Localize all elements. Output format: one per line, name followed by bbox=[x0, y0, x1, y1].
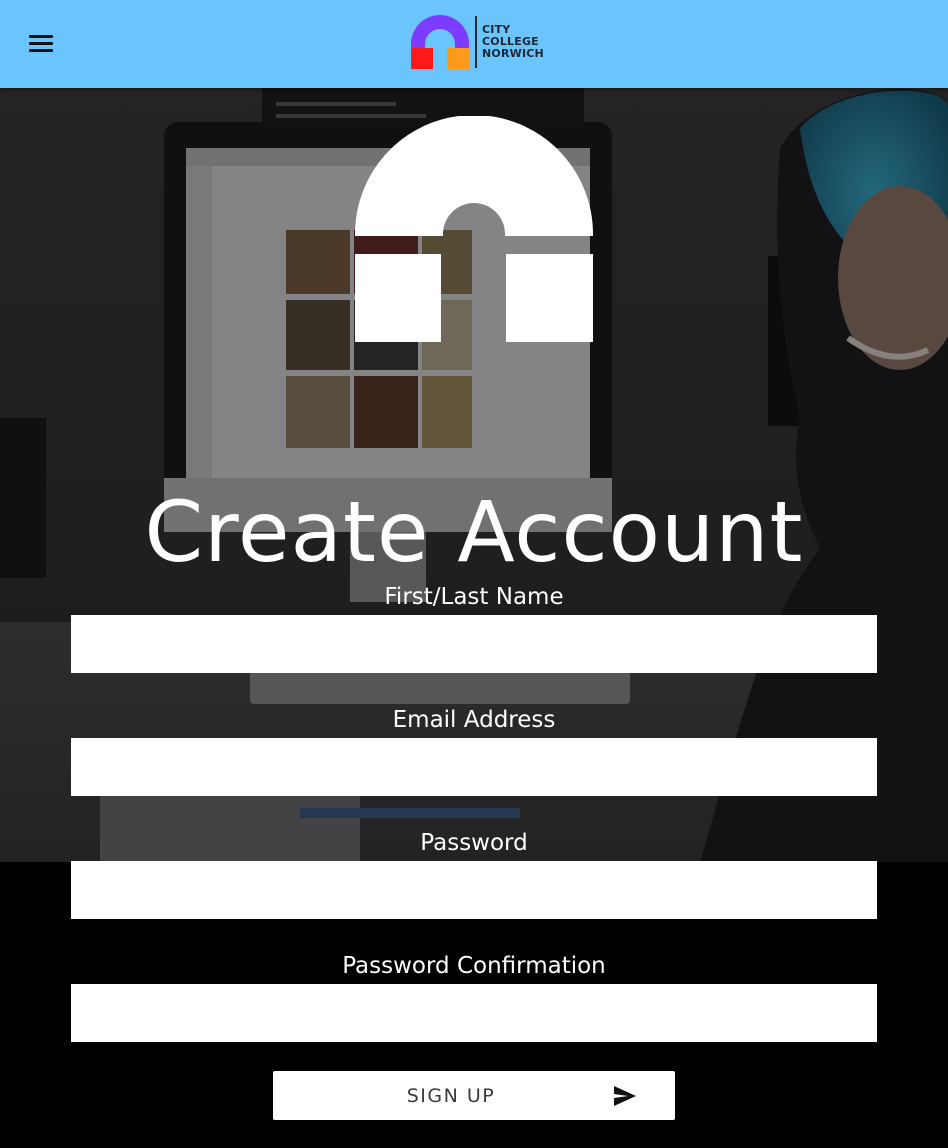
password-input[interactable] bbox=[71, 861, 877, 919]
password-confirmation-input[interactable] bbox=[71, 984, 877, 1042]
arch-logo-icon bbox=[355, 116, 593, 342]
sign-up-label: SIGN UP bbox=[406, 1085, 496, 1107]
hamburger-menu-icon[interactable] bbox=[24, 28, 58, 60]
page-title: Create Account bbox=[144, 483, 804, 582]
city-college-norwich-arch-icon bbox=[411, 15, 469, 69]
name-field-label: First/Last Name bbox=[384, 584, 564, 610]
brand-divider bbox=[475, 16, 477, 68]
email-input[interactable] bbox=[71, 738, 877, 796]
send-icon bbox=[614, 1086, 636, 1106]
email-field-label: Email Address bbox=[392, 707, 556, 733]
password-confirmation-field-label: Password Confirmation bbox=[342, 953, 606, 979]
brand-line-norwich: NORWICH bbox=[482, 47, 544, 60]
create-account-page: CITY COLLEGE NORWICH Create Account Firs… bbox=[0, 0, 948, 1148]
password-field-label: Password bbox=[420, 830, 528, 856]
brand-logo[interactable]: CITY COLLEGE NORWICH bbox=[411, 14, 556, 72]
top-bar: CITY COLLEGE NORWICH bbox=[0, 0, 948, 88]
name-input[interactable] bbox=[71, 615, 877, 673]
brand-name: CITY COLLEGE NORWICH bbox=[482, 24, 544, 60]
sign-up-button[interactable]: SIGN UP bbox=[273, 1071, 675, 1120]
